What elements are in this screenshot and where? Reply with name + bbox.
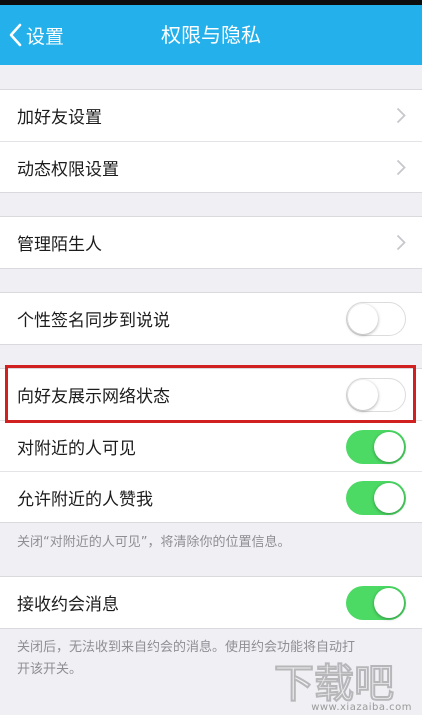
chevron-right-icon <box>396 107 406 124</box>
list-item-receive-dating-messages: 接收约会消息 <box>0 577 422 628</box>
toggle-knob <box>374 588 404 618</box>
list-item-sync-signature: 个性签名同步到说说 <box>0 293 422 344</box>
sync-signature-toggle[interactable] <box>346 302 406 336</box>
receive-dating-messages-toggle[interactable] <box>346 586 406 620</box>
list-item-add-friend-settings[interactable]: 加好友设置 <box>0 90 422 141</box>
list-item-visible-to-nearby: 对附近的人可见 <box>0 420 422 471</box>
list-item-label: 允许附近的人赞我 <box>17 489 153 510</box>
chevron-right-icon <box>396 234 406 251</box>
list-item-label: 个性签名同步到说说 <box>17 311 170 331</box>
navigation-bar: 设置 权限与隐私 <box>0 5 422 65</box>
list-item-label: 动态权限设置 <box>17 159 119 180</box>
list-item-manage-strangers[interactable]: 管理陌生人 <box>0 217 422 268</box>
watermark-url: www.xiazaiba.com <box>311 702 412 713</box>
friend-settings-group: 加好友设置 动态权限设置 <box>0 89 422 193</box>
list-item-allow-nearby-likes: 允许附近的人赞我 <box>0 471 422 522</box>
toggle-knob <box>348 304 378 334</box>
stranger-group: 管理陌生人 <box>0 216 422 269</box>
list-item-label: 管理陌生人 <box>17 235 102 255</box>
toggle-knob <box>374 483 404 513</box>
watermark-logo-text: 下载吧 <box>274 661 394 707</box>
allow-nearby-likes-toggle[interactable] <box>346 481 406 515</box>
page-title: 权限与隐私 <box>161 23 261 47</box>
list-item-label: 加好友设置 <box>17 108 102 128</box>
chevron-right-icon <box>396 159 406 176</box>
list-item-label: 对附近的人可见 <box>17 438 136 459</box>
list-item-label: 接收约会消息 <box>17 595 119 615</box>
list-item-feed-permission-settings[interactable]: 动态权限设置 <box>0 141 422 192</box>
dating-group: 接收约会消息 <box>0 576 422 629</box>
location-note: 关闭“对附近的人可见”，将清除你的位置信息。 <box>17 535 291 550</box>
highlight-box <box>5 365 416 423</box>
visible-to-nearby-toggle[interactable] <box>346 430 406 464</box>
toggle-knob <box>374 432 404 462</box>
signature-group: 个性签名同步到说说 <box>0 292 422 345</box>
